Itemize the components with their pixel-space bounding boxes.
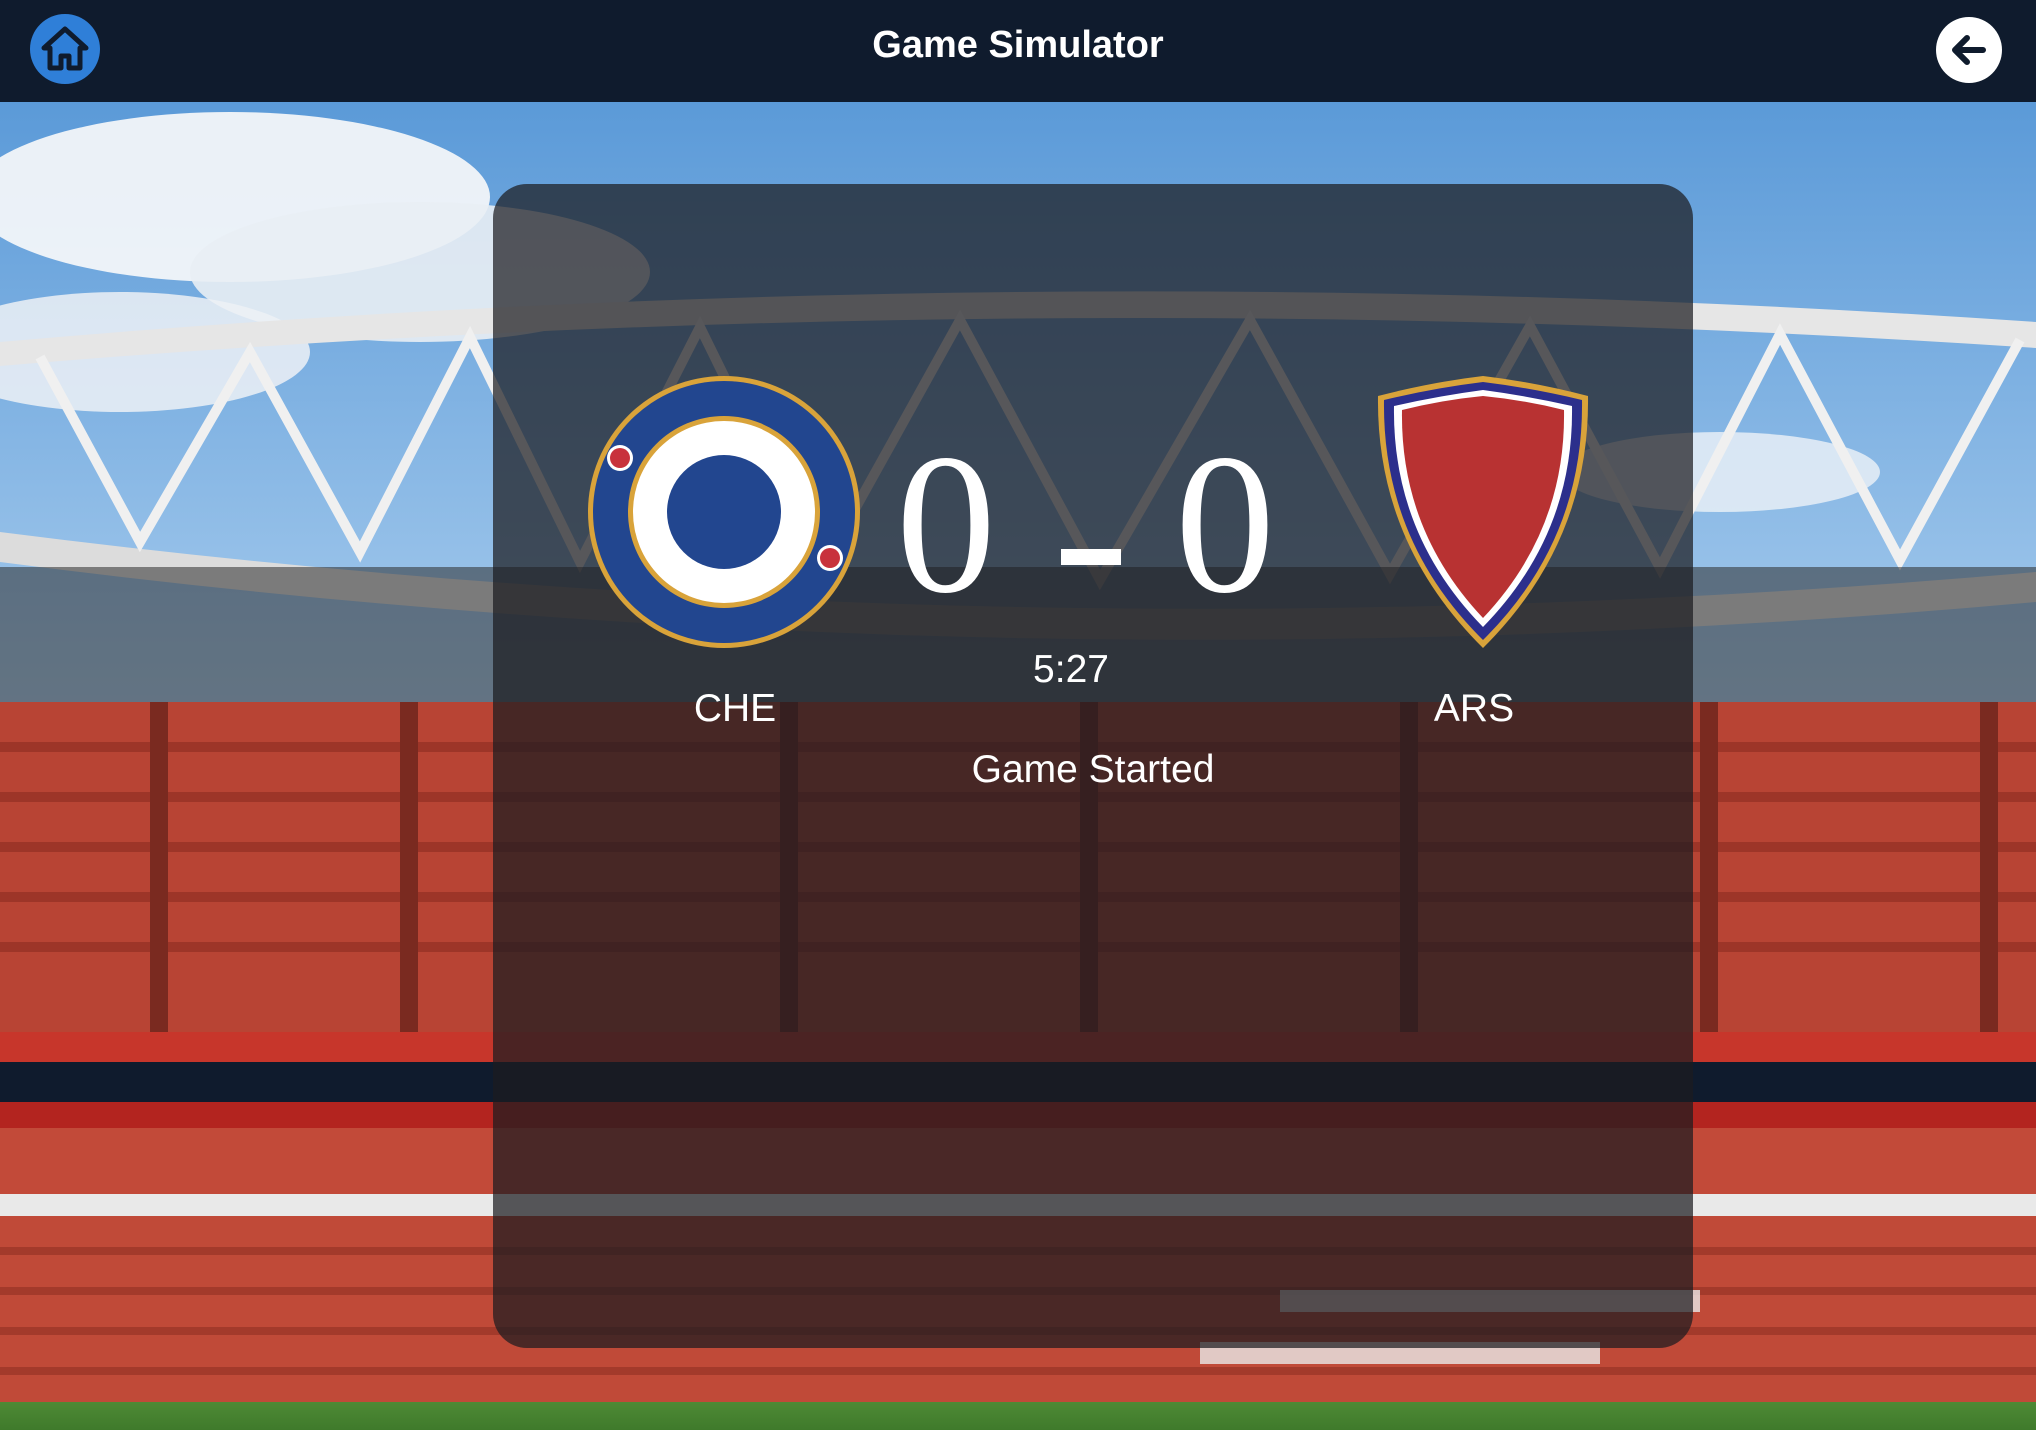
score-separator (1061, 549, 1121, 565)
che-crest-icon (588, 376, 860, 648)
match-clock: 5:27 (1033, 648, 1109, 691)
top-bar: Game Simulator (0, 0, 2036, 102)
match-status: Game Started (971, 748, 1215, 791)
away-team-abbr: ARS (1433, 687, 1515, 730)
page-title: Game Simulator (872, 24, 1164, 66)
back-button[interactable] (1936, 17, 2002, 83)
ars-crest-icon (1377, 376, 1589, 648)
home-score: 0 (896, 414, 996, 635)
away-score: 0 (1175, 414, 1275, 635)
arrow-left-icon (1952, 35, 1986, 65)
home-team-abbr: CHE (693, 687, 777, 730)
